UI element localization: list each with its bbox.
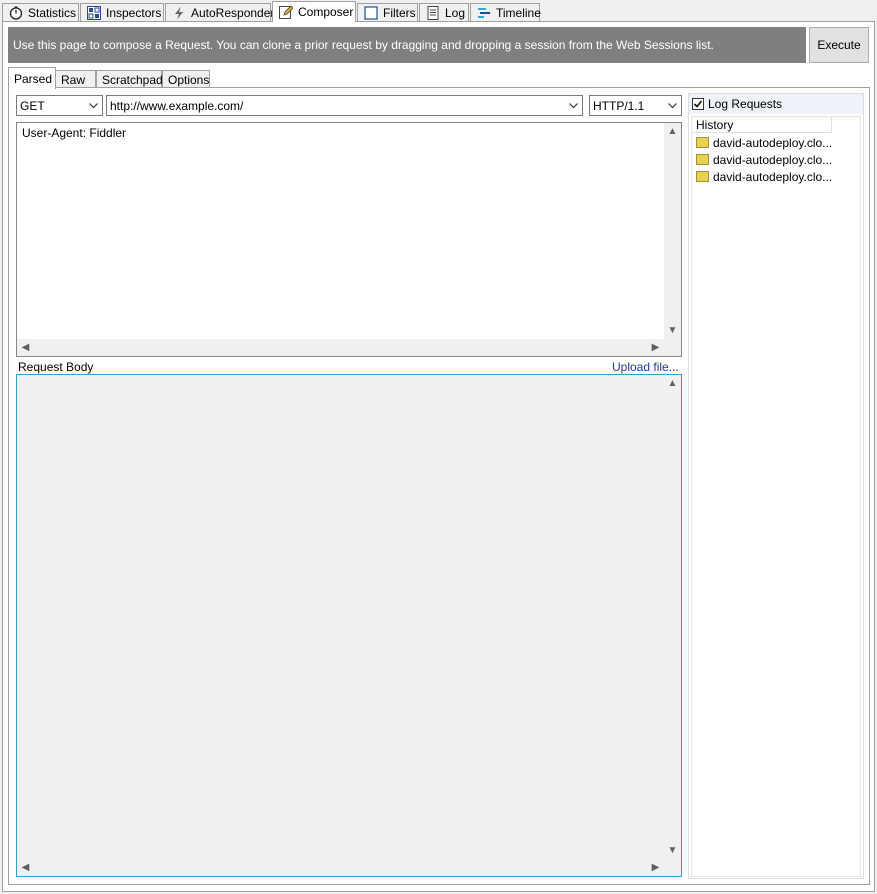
- tab-filters-label: Filters: [383, 5, 416, 20]
- history-panel: Log Requests History david-autodeploy.cl…: [688, 93, 864, 879]
- log-requests-label: Log Requests: [708, 97, 783, 111]
- tab-statistics-label: Statistics: [28, 5, 77, 20]
- top-tab-strip: Statistics Inspectors AutoResponder Comp…: [0, 0, 877, 22]
- info-text: Use this page to compose a Request. You …: [13, 38, 714, 52]
- info-bar: Use this page to compose a Request. You …: [8, 27, 806, 63]
- method-select[interactable]: GET: [16, 95, 103, 116]
- tab-scratchpad[interactable]: Scratchpad: [96, 70, 163, 88]
- log-requests-checkbox[interactable]: [692, 98, 704, 110]
- stopwatch-icon: [9, 6, 23, 20]
- lightning-icon: [172, 6, 186, 20]
- tab-parsed-label: Parsed: [14, 71, 53, 86]
- version-select[interactable]: HTTP/1.1: [589, 95, 682, 116]
- history-header-label: History: [696, 117, 734, 132]
- pencil-icon: [279, 5, 294, 19]
- tab-parsed[interactable]: Parsed: [8, 67, 56, 89]
- tab-scratchpad-label: Scratchpad: [102, 72, 163, 87]
- tab-filters[interactable]: Filters: [357, 3, 418, 21]
- history-item-label: david-autodeploy.clo...: [713, 169, 833, 184]
- tab-options[interactable]: Options: [162, 70, 210, 88]
- timeline-icon: [477, 6, 491, 20]
- history-item[interactable]: david-autodeploy.clo...: [696, 134, 832, 151]
- execute-button[interactable]: Execute: [809, 27, 869, 63]
- upload-file-link[interactable]: Upload file...: [612, 360, 679, 374]
- history-item-label: david-autodeploy.clo...: [713, 135, 833, 150]
- tab-inspectors[interactable]: Inspectors: [80, 3, 164, 21]
- tab-timeline-label: Timeline: [496, 5, 541, 20]
- scroll-right-icon[interactable]: ▶: [647, 859, 664, 876]
- history-column-header[interactable]: History: [692, 117, 832, 133]
- chevron-down-icon[interactable]: [85, 96, 102, 115]
- scroll-left-icon[interactable]: ◀: [17, 339, 34, 356]
- body-vscrollbar[interactable]: ▲ ▼: [664, 375, 681, 859]
- url-input[interactable]: http://www.example.com/: [106, 95, 583, 116]
- tab-raw-label: Raw: [61, 72, 86, 87]
- session-icon: [696, 154, 709, 165]
- tab-composer[interactable]: Composer: [272, 1, 356, 22]
- execute-label: Execute: [817, 38, 861, 52]
- url-value: http://www.example.com/: [110, 98, 244, 113]
- tab-options-label: Options: [168, 72, 210, 87]
- tab-log-label: Log: [445, 5, 466, 20]
- history-item[interactable]: david-autodeploy.clo...: [696, 151, 832, 168]
- log-requests-row: Log Requests: [689, 94, 863, 114]
- scroll-right-icon[interactable]: ▶: [647, 339, 664, 356]
- scroll-up-icon[interactable]: ▲: [664, 375, 681, 392]
- tab-timeline[interactable]: Timeline: [470, 3, 541, 21]
- headers-text: User-Agent: Fiddler: [22, 126, 127, 140]
- inspect-icon: [87, 5, 101, 20]
- method-value: GET: [20, 98, 45, 113]
- scroll-corner: [664, 339, 681, 356]
- headers-textarea[interactable]: User-Agent: Fiddler ▲ ▼ ◀ ▶: [16, 122, 682, 357]
- headers-hscrollbar[interactable]: ◀ ▶: [17, 339, 664, 356]
- chevron-down-icon[interactable]: [664, 96, 681, 115]
- history-item-label: david-autodeploy.clo...: [713, 152, 833, 167]
- history-item[interactable]: david-autodeploy.clo...: [696, 168, 832, 185]
- tab-raw[interactable]: Raw: [55, 70, 96, 88]
- version-value: HTTP/1.1: [593, 98, 645, 113]
- scroll-down-icon[interactable]: ▼: [664, 322, 681, 339]
- document-icon: [426, 5, 440, 20]
- composer-subtabs: Parsed Raw Scratchpad Options: [8, 67, 868, 89]
- chevron-down-icon[interactable]: [565, 96, 582, 115]
- checkbox-icon: [364, 5, 378, 20]
- tab-log[interactable]: Log: [419, 3, 469, 21]
- history-list: History david-autodeploy.clo... david-au…: [691, 116, 861, 877]
- tab-statistics[interactable]: Statistics: [2, 3, 79, 21]
- scroll-corner: [664, 859, 681, 876]
- tab-autoresponder[interactable]: AutoResponder: [165, 3, 275, 21]
- session-icon: [696, 137, 709, 148]
- scroll-left-icon[interactable]: ◀: [17, 859, 34, 876]
- request-body-textarea[interactable]: ▲ ▼ ◀ ▶: [16, 374, 682, 877]
- headers-vscrollbar[interactable]: ▲ ▼: [664, 123, 681, 339]
- request-body-label: Request Body: [18, 360, 94, 374]
- session-icon: [696, 171, 709, 182]
- scroll-down-icon[interactable]: ▼: [664, 842, 681, 859]
- tab-autoresponder-label: AutoResponder: [191, 5, 275, 20]
- body-hscrollbar[interactable]: ◀ ▶: [17, 859, 664, 876]
- tab-inspectors-label: Inspectors: [106, 5, 162, 20]
- scroll-up-icon[interactable]: ▲: [664, 123, 681, 140]
- tab-composer-label: Composer: [298, 5, 354, 19]
